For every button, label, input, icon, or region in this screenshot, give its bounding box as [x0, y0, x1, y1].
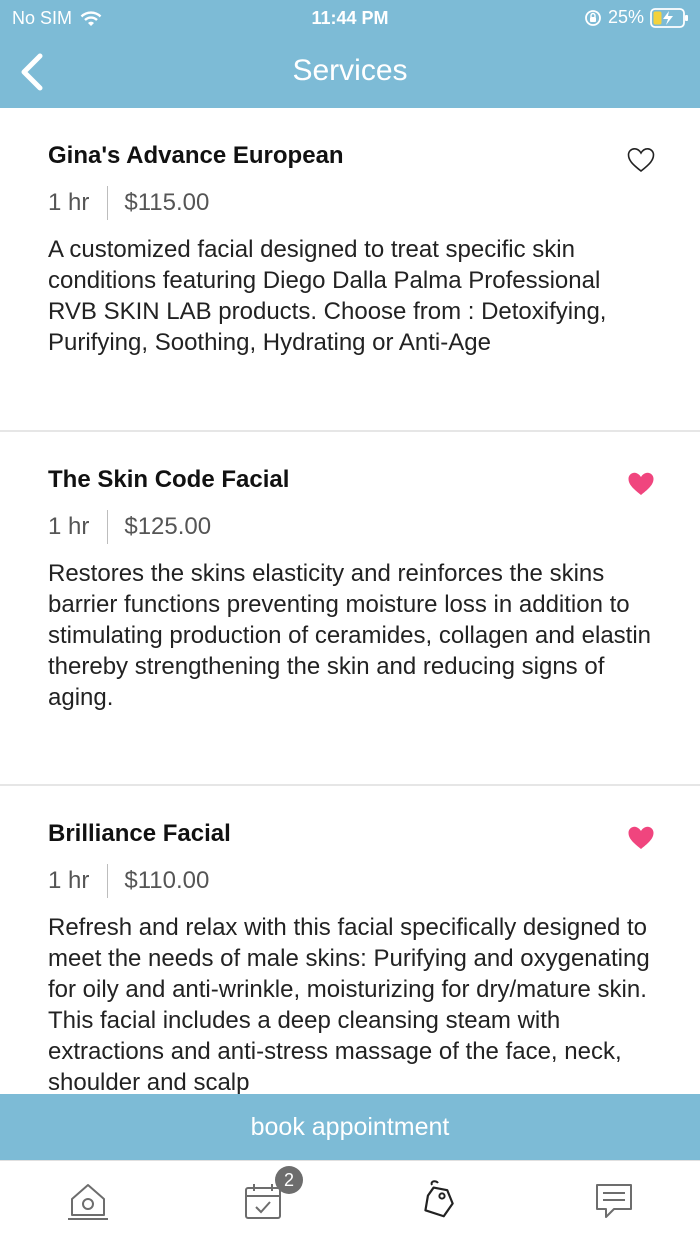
- tags-icon[interactable]: [416, 1179, 460, 1223]
- service-duration: 1 hr: [48, 867, 90, 894]
- chat-icon[interactable]: [592, 1179, 636, 1223]
- service-card[interactable]: Brilliance Facial 1 hr $110.00 Refresh a…: [0, 786, 700, 1094]
- status-bar: No SIM 11:44 PM 25%: [0, 0, 700, 38]
- service-card[interactable]: Gina's Advance European 1 hr $115.00 A c…: [0, 108, 700, 432]
- services-list[interactable]: Gina's Advance European 1 hr $115.00 A c…: [0, 108, 700, 1094]
- service-meta: 1 hr $125.00: [48, 510, 652, 544]
- battery-charging-icon: [650, 7, 688, 28]
- service-price: $115.00: [124, 189, 210, 216]
- book-appointment-button[interactable]: book appointment: [0, 1094, 700, 1160]
- orientation-lock-icon: [585, 9, 601, 26]
- service-duration: 1 hr: [48, 189, 90, 216]
- service-meta: 1 hr $110.00: [48, 864, 652, 898]
- header: No SIM 11:44 PM 25% Services: [0, 0, 700, 108]
- service-description: A customized facial designed to treat sp…: [48, 236, 607, 356]
- heart-filled-icon[interactable]: [626, 470, 656, 498]
- meta-divider: [107, 510, 109, 544]
- service-name: Gina's Advance European: [48, 142, 344, 169]
- tab-bar: [0, 1160, 700, 1244]
- service-duration: 1 hr: [48, 513, 90, 540]
- nav-bar: Services: [0, 38, 700, 108]
- appointments-count-badge: 2: [275, 1166, 303, 1194]
- heart-outline-icon[interactable]: [626, 146, 656, 174]
- battery-percent: 25%: [607, 7, 644, 27]
- meta-divider: [107, 864, 109, 898]
- service-description: Restores the skins elasticity and reinfo…: [48, 560, 652, 711]
- service-price: $110.00: [124, 867, 210, 894]
- page-title: Services: [292, 54, 408, 87]
- service-name: Brilliance Facial: [48, 820, 231, 847]
- home-icon[interactable]: [66, 1179, 110, 1223]
- service-meta: 1 hr $115.00: [48, 186, 652, 220]
- service-description: Refresh and relax with this facial speci…: [48, 914, 650, 1094]
- heart-filled-icon[interactable]: [626, 824, 656, 852]
- meta-divider: [107, 186, 109, 220]
- service-price: $125.00: [124, 513, 212, 540]
- service-card[interactable]: The Skin Code Facial 1 hr $125.00 Restor…: [0, 432, 700, 786]
- service-name: The Skin Code Facial: [48, 466, 290, 493]
